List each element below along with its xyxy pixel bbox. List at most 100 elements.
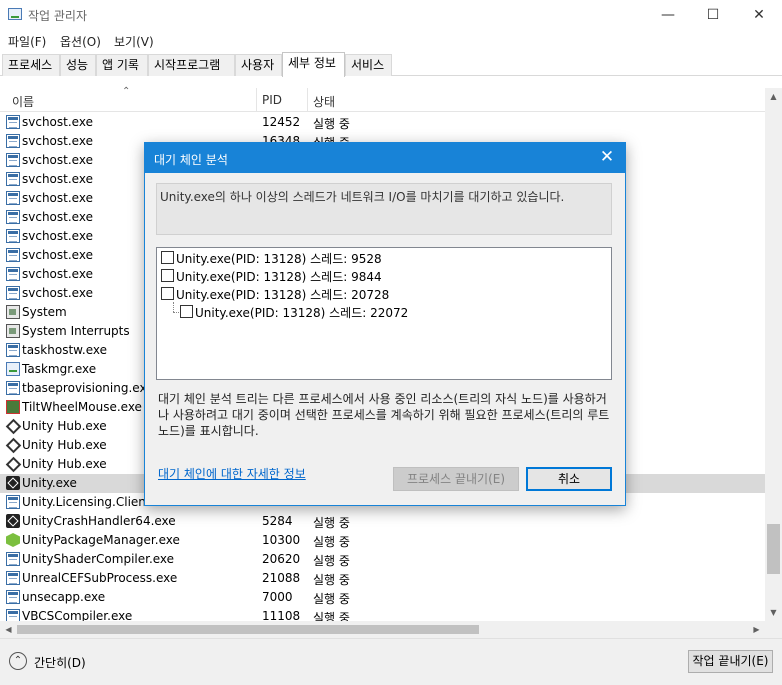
cancel-button[interactable]: 취소 (526, 467, 612, 491)
process-pid: 10300 (262, 533, 301, 547)
svc-process-icon (6, 381, 20, 395)
process-name: Unity Hub.exe (22, 438, 107, 452)
tab-startup[interactable]: 시작프로그램 (148, 54, 235, 76)
dialog-title-bar: 대기 체인 분석 ✕ (145, 143, 625, 173)
svc-process-icon (6, 590, 20, 604)
table-row[interactable]: VBCSCompiler.exe 11108 실행 중 (0, 607, 765, 621)
process-name: Unity.exe (22, 476, 77, 490)
sys-process-icon (6, 324, 20, 338)
minimize-button[interactable]: — (645, 0, 691, 30)
tab-processes[interactable]: 프로세스 (2, 54, 60, 76)
unity-process-icon (6, 476, 20, 490)
sort-up-icon: ⌃ (122, 86, 131, 97)
svc-process-icon (6, 248, 20, 262)
svc-process-icon (6, 229, 20, 243)
process-name: System (22, 305, 67, 319)
process-name: tbaseprovisioning.exe (22, 381, 154, 395)
thread-label: Unity.exe(PID: 13128) 스레드: 20728 (176, 288, 390, 302)
hub-process-icon (6, 457, 20, 471)
less-details-link[interactable]: 간단히(D) (34, 654, 86, 671)
column-status[interactable]: 상태 (313, 93, 335, 110)
process-name: TiltWheelMouse.exe (22, 400, 142, 414)
vertical-scrollbar[interactable]: ▲ ▼ (765, 88, 782, 621)
svc-process-icon (6, 191, 20, 205)
process-pid: 20620 (262, 552, 301, 566)
tree-connector (173, 302, 174, 312)
process-name: svchost.exe (22, 172, 93, 186)
svc-process-icon (6, 115, 20, 129)
tab-services[interactable]: 서비스 (345, 54, 392, 76)
unity-process-icon (6, 514, 20, 528)
task-manager-icon (8, 8, 22, 20)
column-pid[interactable]: PID (262, 93, 282, 107)
thread-label: Unity.exe(PID: 13128) 스레드: 22072 (195, 306, 409, 320)
process-pid: 21088 (262, 571, 301, 585)
close-button[interactable]: ✕ (736, 0, 782, 30)
svc-process-icon (6, 571, 20, 585)
tab-strip: 프로세스 성능 앱 기록 시작프로그램 사용자 세부 정보 서비스 (0, 52, 782, 77)
hub-process-icon (6, 419, 20, 433)
process-name: Unity Hub.exe (22, 419, 107, 433)
tab-users[interactable]: 사용자 (235, 54, 282, 76)
thread-label: Unity.exe(PID: 13128) 스레드: 9844 (176, 270, 382, 284)
scroll-down-icon[interactable]: ▼ (765, 604, 782, 621)
process-name: Unity Hub.exe (22, 457, 107, 471)
vertical-scroll-thumb[interactable] (767, 524, 780, 574)
table-row[interactable]: UnityCrashHandler64.exe 5284 실행 중 (0, 512, 765, 531)
scroll-up-icon[interactable]: ▲ (765, 88, 782, 105)
process-status: 실행 중 (313, 554, 350, 568)
table-row[interactable]: UnrealCEFSubProcess.exe 21088 실행 중 (0, 569, 765, 588)
tab-performance[interactable]: 성능 (60, 54, 96, 76)
wait-chain-dialog: 대기 체인 분석 ✕ Unity.exe의 하나 이상의 스레드가 네트워크 I… (144, 142, 626, 506)
hub-process-icon (6, 438, 20, 452)
svc-process-icon (6, 609, 20, 621)
process-name: svchost.exe (22, 248, 93, 262)
menu-file[interactable]: 파일(F) (8, 33, 46, 50)
scroll-right-icon[interactable]: ▶ (748, 621, 765, 638)
column-name[interactable]: 이름 (12, 93, 34, 110)
horizontal-scroll-thumb[interactable] (17, 625, 479, 634)
process-pid: 11108 (262, 609, 301, 621)
task-process-icon (6, 362, 20, 376)
menu-view[interactable]: 보기(V) (114, 33, 154, 50)
table-row[interactable]: unsecapp.exe 7000 실행 중 (0, 588, 765, 607)
end-task-button[interactable]: 작업 끝내기(E) (688, 650, 773, 673)
tab-app-history[interactable]: 앱 기록 (96, 54, 148, 76)
thread-checkbox[interactable] (161, 287, 174, 300)
thread-checkbox[interactable] (161, 251, 174, 264)
table-row[interactable]: UnityShaderCompiler.exe 20620 실행 중 (0, 550, 765, 569)
maximize-button[interactable]: ☐ (690, 0, 736, 30)
scroll-left-icon[interactable]: ◀ (0, 621, 17, 638)
svc-process-icon (6, 210, 20, 224)
thread-checkbox[interactable] (161, 269, 174, 282)
process-status: 실행 중 (313, 611, 350, 621)
process-name: Taskmgr.exe (22, 362, 97, 376)
process-status: 실행 중 (313, 573, 350, 587)
wait-chain-tree: Unity.exe(PID: 13128) 스레드: 9528 Unity.ex… (156, 247, 612, 380)
column-separator (256, 88, 257, 112)
process-name: taskhostw.exe (22, 343, 107, 357)
end-process-button: 프로세스 끝내기(E) (393, 467, 519, 491)
svc-process-icon (6, 343, 20, 357)
thread-checkbox[interactable] (180, 305, 193, 318)
svc-process-icon (6, 172, 20, 186)
process-name: svchost.exe (22, 286, 93, 300)
process-name: System Interrupts (22, 324, 130, 338)
pkg-process-icon (6, 533, 20, 547)
horizontal-scrollbar[interactable]: ◀ ▶ (0, 621, 765, 638)
tab-details[interactable]: 세부 정보 (282, 52, 345, 77)
process-name: svchost.exe (22, 134, 93, 148)
process-pid: 12452 (262, 115, 301, 129)
chevron-up-icon[interactable]: ⌃ (9, 652, 27, 670)
menu-options[interactable]: 옵션(O) (60, 33, 101, 50)
thread-label: Unity.exe(PID: 13128) 스레드: 9528 (176, 252, 382, 266)
more-info-link[interactable]: 대기 체인에 대한 자세한 정보 (158, 465, 306, 482)
dialog-close-button[interactable]: ✕ (597, 147, 617, 167)
process-name: svchost.exe (22, 267, 93, 281)
process-name: svchost.exe (22, 191, 93, 205)
table-row[interactable]: UnityPackageManager.exe 10300 실행 중 (0, 531, 765, 550)
process-status: 실행 중 (313, 592, 350, 606)
title-bar: 작업 관리자 — ☐ ✕ (0, 0, 782, 30)
process-status: 실행 중 (313, 535, 350, 549)
table-row[interactable]: svchost.exe 12452 실행 중 (0, 113, 765, 132)
